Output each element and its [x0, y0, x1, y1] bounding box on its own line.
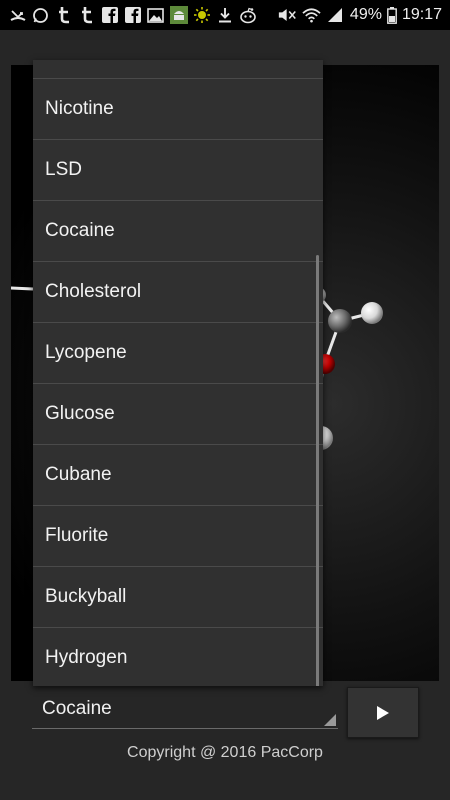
dropdown-item-label: Cocaine: [45, 220, 115, 241]
dropdown-item-cholesterol[interactable]: Cholesterol: [33, 262, 323, 323]
reddit-icon: [238, 6, 257, 25]
battery-icon: [387, 6, 397, 25]
dropdown-item-label: Hydrogen: [45, 647, 128, 668]
wifi-icon: [302, 6, 321, 25]
dropdown-item-buckyball[interactable]: Buckyball: [33, 567, 323, 628]
dropdown-item-lycopene[interactable]: Lycopene: [33, 323, 323, 384]
dropdown-item-cocaine[interactable]: Cocaine: [33, 201, 323, 262]
dropdown-item-label: LSD: [45, 159, 82, 180]
facebook-icon: [123, 6, 142, 25]
dropdown-item-label: Buckyball: [45, 586, 127, 607]
copyright-text: Copyright @ 2016 PacCorp: [127, 744, 323, 761]
atom-white: [361, 302, 383, 324]
status-bar: 49% 19:17: [0, 0, 450, 30]
notification-icons: [0, 6, 257, 25]
dropdown-item-cubane[interactable]: Cubane: [33, 445, 323, 506]
spinner-selected-value: Cocaine: [42, 698, 112, 719]
play-icon: [377, 705, 389, 720]
facebook-icon: [100, 6, 119, 25]
brightness-icon: [192, 6, 211, 25]
bond: [11, 286, 34, 291]
dropdown-item-hydrogen[interactable]: Hydrogen: [33, 628, 323, 686]
dropdown-item-fluorite[interactable]: Fluorite: [33, 506, 323, 567]
signal-icon: [326, 6, 345, 25]
dropdown-item-label: Cubane: [45, 464, 112, 485]
dropdown-item-label: Glucose: [45, 403, 115, 424]
dropdown-top-edge: [33, 60, 323, 79]
dropdown-item-nicotine[interactable]: Nicotine: [33, 79, 323, 140]
tumblr-icon: [54, 6, 73, 25]
clock: 19:17: [401, 6, 442, 23]
spinner-arrow-icon: [324, 714, 336, 726]
play-button[interactable]: [347, 687, 419, 738]
gallery-icon: [146, 6, 165, 25]
whatsapp-icon: [31, 6, 50, 25]
dropdown-item-lsd[interactable]: LSD: [33, 140, 323, 201]
dropdown-item-label: Cholesterol: [45, 281, 142, 302]
dropdown-item-label: Lycopene: [45, 342, 127, 363]
download-icon: [215, 6, 234, 25]
mute-icon: [278, 6, 297, 25]
atom-gray: [328, 309, 352, 333]
app-screen: 49% 19:17 Nicotine LSD Cocaine Cholester…: [0, 0, 450, 800]
molecule-dropdown-list[interactable]: Nicotine LSD Cocaine Cholesterol Lycopen…: [33, 60, 323, 686]
dropdown-item-label: Nicotine: [45, 98, 114, 119]
dropdown-scrollbar[interactable]: [316, 255, 319, 686]
android-icon: [169, 6, 188, 25]
dropdown-item-glucose[interactable]: Glucose: [33, 384, 323, 445]
missed-call-icon: [8, 6, 27, 25]
battery-percent: 49%: [349, 6, 382, 23]
dropdown-item-label: Fluorite: [45, 525, 109, 546]
tumblr-icon: [77, 6, 96, 25]
system-status: 49% 19:17: [278, 6, 450, 25]
molecule-spinner[interactable]: Cocaine: [32, 690, 338, 729]
